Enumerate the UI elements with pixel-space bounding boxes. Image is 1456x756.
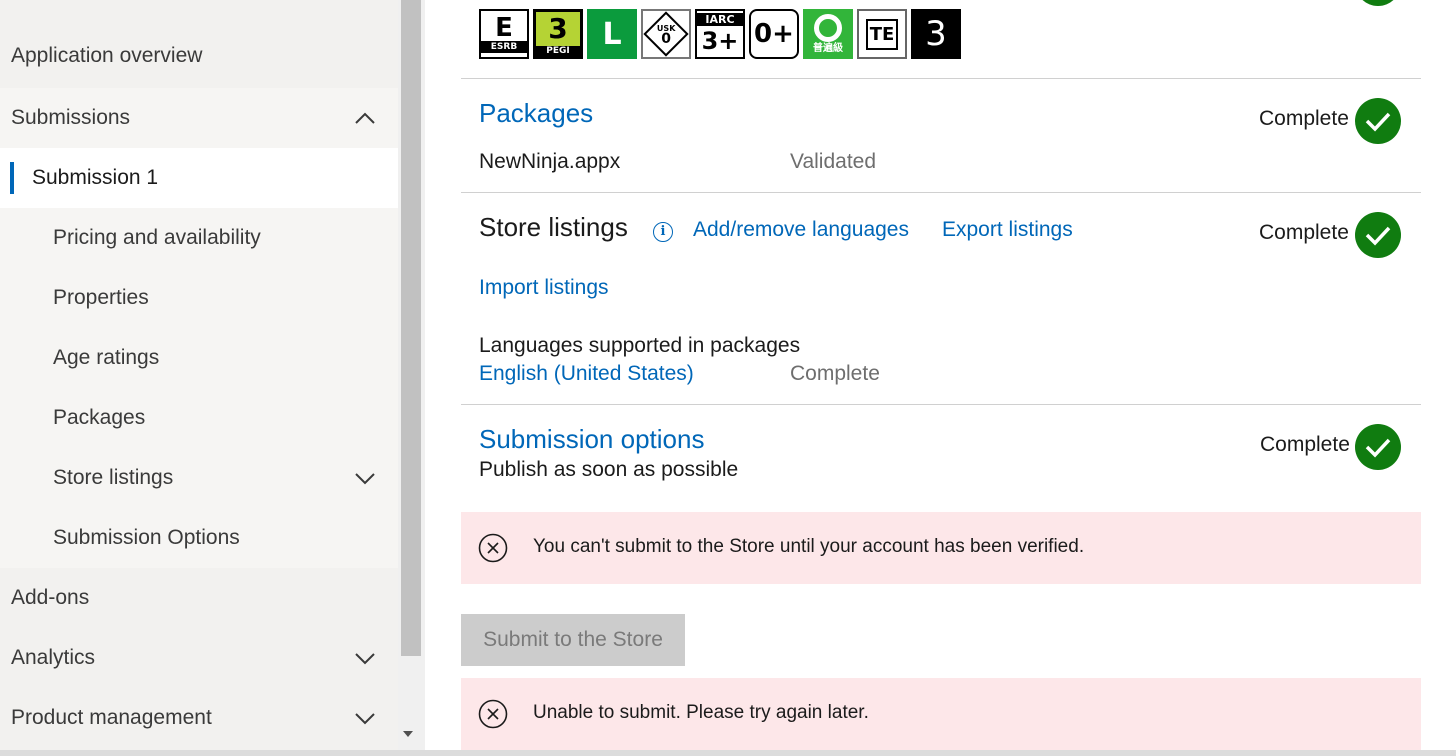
store-listings-title: Store listings xyxy=(479,212,628,242)
rating-board: PEGI xyxy=(546,46,570,56)
sidebar-item-packages[interactable]: Packages xyxy=(0,388,398,448)
divider xyxy=(461,404,1421,405)
zero-plus-rating-icon: 0+ xyxy=(749,9,799,59)
sidebar-item-label: Submission 1 xyxy=(32,166,159,189)
languages-label: Languages supported in packages xyxy=(479,334,801,357)
sidebar-item-properties[interactable]: Properties xyxy=(0,268,398,328)
usk-rating-icon: USK 0 xyxy=(641,9,691,59)
main-content: E ESRB 3 PEGI L USK 0 IARC 3+ 0+ 普遍級 TE 3 xyxy=(425,0,1456,750)
error-circle-icon xyxy=(478,699,508,729)
classind-rating-icon: L xyxy=(587,9,637,59)
packages-status: Complete xyxy=(1259,107,1349,130)
rating-value: 0+ xyxy=(754,19,794,49)
sidebar-item-label: Product management xyxy=(11,706,212,729)
rating-board: IARC xyxy=(697,12,743,26)
language-link-en-us[interactable]: English (United States) xyxy=(479,362,694,386)
pegi-rating-icon: 3 PEGI xyxy=(533,9,583,59)
iarc-rating-icon: IARC 3+ xyxy=(695,9,745,59)
sidebar-item-store-listings[interactable]: Store listings xyxy=(0,448,398,508)
chevron-down-icon[interactable] xyxy=(354,468,376,488)
grac-general-rating-icon: 普遍級 xyxy=(803,9,853,59)
chevron-down-icon[interactable] xyxy=(354,708,376,728)
sidebar-item-label: Submission Options xyxy=(53,526,240,549)
sidebar-item-submissions[interactable]: Submissions xyxy=(0,88,398,148)
sidebar-item-label: Application overview xyxy=(11,44,203,67)
sidebar-item-label: Analytics xyxy=(11,646,96,669)
window-bottom-edge xyxy=(0,750,1456,756)
sidebar-item-label: Properties xyxy=(53,286,149,309)
unable-to-submit-alert: Unable to submit. Please try again later… xyxy=(461,678,1421,750)
rating-value: E xyxy=(495,13,513,43)
rating-value: 3 xyxy=(925,14,947,54)
sidebar-item-submission-1[interactable]: Submission 1 xyxy=(0,148,398,208)
sidebar-item-age-ratings[interactable]: Age ratings xyxy=(0,328,398,388)
rating-value: 3 xyxy=(536,12,580,46)
checkmark-icon xyxy=(1355,212,1401,258)
packages-title-link[interactable]: Packages xyxy=(479,98,593,129)
export-listings-link[interactable]: Export listings xyxy=(942,218,1073,242)
sidebar-item-label: Age ratings xyxy=(53,346,160,369)
te-rating-icon: TE xyxy=(857,9,907,59)
three-rating-icon: 3 xyxy=(911,9,961,59)
age-rating-badges: E ESRB 3 PEGI L USK 0 IARC 3+ 0+ 普遍級 TE 3 xyxy=(479,9,961,59)
sidebar-nav: Application overview Submissions Submiss… xyxy=(0,0,398,750)
error-circle-icon xyxy=(478,533,508,563)
checkmark-icon xyxy=(1355,424,1401,470)
language-status: Complete xyxy=(790,362,880,385)
sidebar-item-application-overview[interactable]: Application overview xyxy=(0,26,398,86)
sidebar-item-label: Store listings xyxy=(53,466,174,489)
chevron-down-icon[interactable] xyxy=(354,648,376,668)
store-listings-status: Complete xyxy=(1259,221,1349,244)
active-indicator xyxy=(10,162,14,194)
submission-options-detail: Publish as soon as possible xyxy=(479,458,739,481)
sidebar-item-analytics[interactable]: Analytics xyxy=(0,628,398,688)
rating-value: 3+ xyxy=(701,26,739,55)
chevron-up-icon[interactable] xyxy=(354,108,376,128)
alert-message: Unable to submit. Please try again later… xyxy=(533,702,869,723)
divider xyxy=(461,192,1421,193)
checkmark-icon xyxy=(1355,0,1401,6)
divider xyxy=(461,78,1421,79)
submission-options-status: Complete xyxy=(1260,433,1350,456)
sidebar-item-label: Pricing and availability xyxy=(53,226,261,249)
import-listings-link[interactable]: Import listings xyxy=(479,276,609,300)
alert-message: You can't submit to the Store until your… xyxy=(533,536,1085,557)
scroll-down-arrow-icon[interactable] xyxy=(403,731,413,737)
sidebar-item-add-ons[interactable]: Add-ons xyxy=(0,568,398,628)
package-file-name: NewNinja.appx xyxy=(479,150,621,173)
sidebar-item-pricing[interactable]: Pricing and availability xyxy=(0,208,398,268)
sidebar-item-label: Add-ons xyxy=(11,586,90,609)
esrb-rating-icon: E ESRB xyxy=(479,9,529,59)
sidebar-scrollbar[interactable] xyxy=(398,0,425,750)
info-icon[interactable]: i xyxy=(653,222,673,242)
add-remove-languages-link[interactable]: Add/remove languages xyxy=(693,218,909,242)
rating-value: 0 xyxy=(661,31,671,47)
checkmark-icon xyxy=(1355,98,1401,144)
scrollbar-thumb[interactable] xyxy=(401,0,421,656)
rating-board: ESRB xyxy=(481,41,527,53)
verify-account-alert: You can't submit to the Store until your… xyxy=(461,512,1421,584)
submit-to-store-button[interactable]: Submit to the Store xyxy=(461,614,685,666)
package-file-status: Validated xyxy=(790,150,877,173)
rating-value: L xyxy=(602,16,622,52)
rating-board: 普遍級 xyxy=(813,43,843,54)
sidebar-item-label: Packages xyxy=(53,406,146,429)
sidebar-item-submission-options[interactable]: Submission Options xyxy=(0,508,398,568)
sidebar-item-label: Submissions xyxy=(11,106,131,129)
sidebar-item-product-management[interactable]: Product management xyxy=(0,688,398,748)
rating-value: TE xyxy=(865,18,899,50)
submission-options-title-link[interactable]: Submission options xyxy=(479,424,704,455)
